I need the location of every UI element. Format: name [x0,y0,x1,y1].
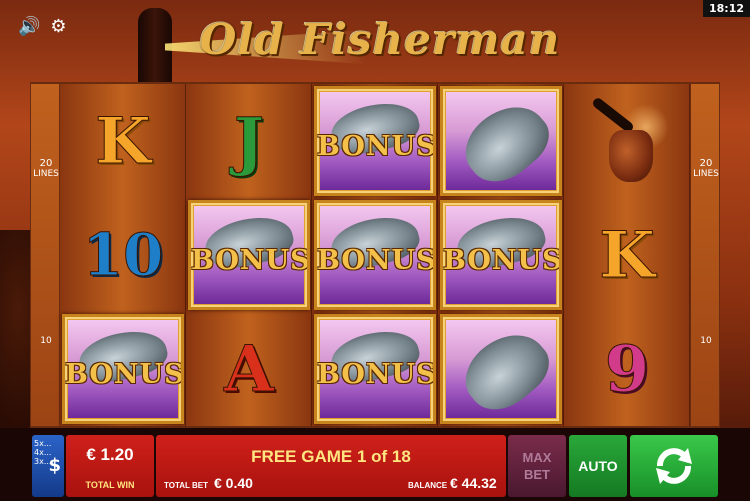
max-bet-line2: BET [524,467,550,482]
top-left-controls: 🔊 ⚙ [18,18,67,36]
fish-symbol [440,314,562,424]
bonus-label: BONUS [317,245,436,276]
symbol-9: 9 [566,314,688,424]
pipe-icon [583,96,671,186]
right-lines-bottom: 10 [700,336,712,346]
reel-2: J BONUS A [186,84,312,426]
symbol-text: 10 [82,221,164,290]
left-lines-top-number: 20 [39,158,53,169]
pipe-bowl [609,130,653,182]
symbol-k: K [566,200,688,310]
symbol-text: K [599,217,656,293]
left-lines-top: 20 LINES [31,158,61,180]
max-bet-line1: MAX [522,450,552,465]
reel-1: K 10 BONUS [60,84,186,426]
symbol-k: K [62,86,184,196]
symbol-10: 10 [62,200,184,310]
max-bet-button[interactable]: MAX BET [508,435,566,497]
right-lines-panel: 20 LINES 10 [690,84,720,426]
symbol-text: J [233,103,265,179]
bonus-label: BONUS [317,359,436,390]
right-lines-top: 20 LINES [691,158,721,180]
pipe-symbol [566,86,688,196]
total-win-panel: € 1.20 TOTAL WIN [66,435,154,497]
symbol-text: K [95,103,152,179]
left-lines-top-label: LINES [33,169,59,179]
symbol-a: A [188,314,310,424]
gear-icon[interactable]: ⚙ [50,18,66,36]
reel-4: BONUS [438,84,564,426]
bonus-label: BONUS [317,131,436,162]
balance-value: € 44.32 [450,475,497,491]
auto-button[interactable]: AUTO [569,435,627,497]
symbol-j: J [188,86,310,196]
total-bet-value[interactable]: € 0.40 [214,475,253,491]
bonus-symbol: BONUS [314,314,436,424]
symbol-text: 9 [604,331,650,407]
balance-label: BALANCE [408,481,448,490]
bonus-symbol: BONUS [314,200,436,310]
left-lines-bottom: 10 [40,336,52,346]
bonus-symbol: BONUS [440,200,562,310]
speaker-icon[interactable]: 🔊 [18,18,40,36]
symbol-text: A [224,331,275,407]
right-lines-top-label: LINES [693,169,719,179]
clock: 18:12 [702,0,750,17]
free-game-text: FREE GAME 1 of 18 [251,447,411,466]
right-lines-top-number: 20 [699,158,713,169]
dollar-icon: $ [48,455,61,476]
denomination-button[interactable]: 5x... 4x... 3x... $ [32,435,64,497]
bonus-symbol: BONUS [188,200,310,310]
spin-button[interactable] [630,435,718,497]
reels-grid: K 10 BONUS J BONUS A BONUS BONUS BONUS BONUS K 9 [60,84,690,426]
left-lines-panel: 20 LINES 10 [30,84,60,426]
fish-symbol [440,86,562,196]
bonus-label: BONUS [443,245,562,276]
bonus-symbol: BONUS [314,86,436,196]
reel-5: K9 [564,84,690,426]
total-win-label: TOTAL WIN [85,480,135,490]
bonus-label: BONUS [191,245,310,276]
spin-arrows-icon [656,448,692,484]
bonus-symbol: BONUS [62,314,184,424]
info-panel: FREE GAME 1 of 18 TOTAL BET € 0.40 BALAN… [156,435,506,497]
bonus-label: BONUS [65,359,184,390]
total-win-value: € 1.20 [86,445,134,464]
reel-3: BONUS BONUS BONUS [312,84,438,426]
denomination-5: 5x... [34,439,52,448]
game-logo: Old Fisherman [199,15,561,64]
total-bet-label: TOTAL BET [164,481,208,490]
